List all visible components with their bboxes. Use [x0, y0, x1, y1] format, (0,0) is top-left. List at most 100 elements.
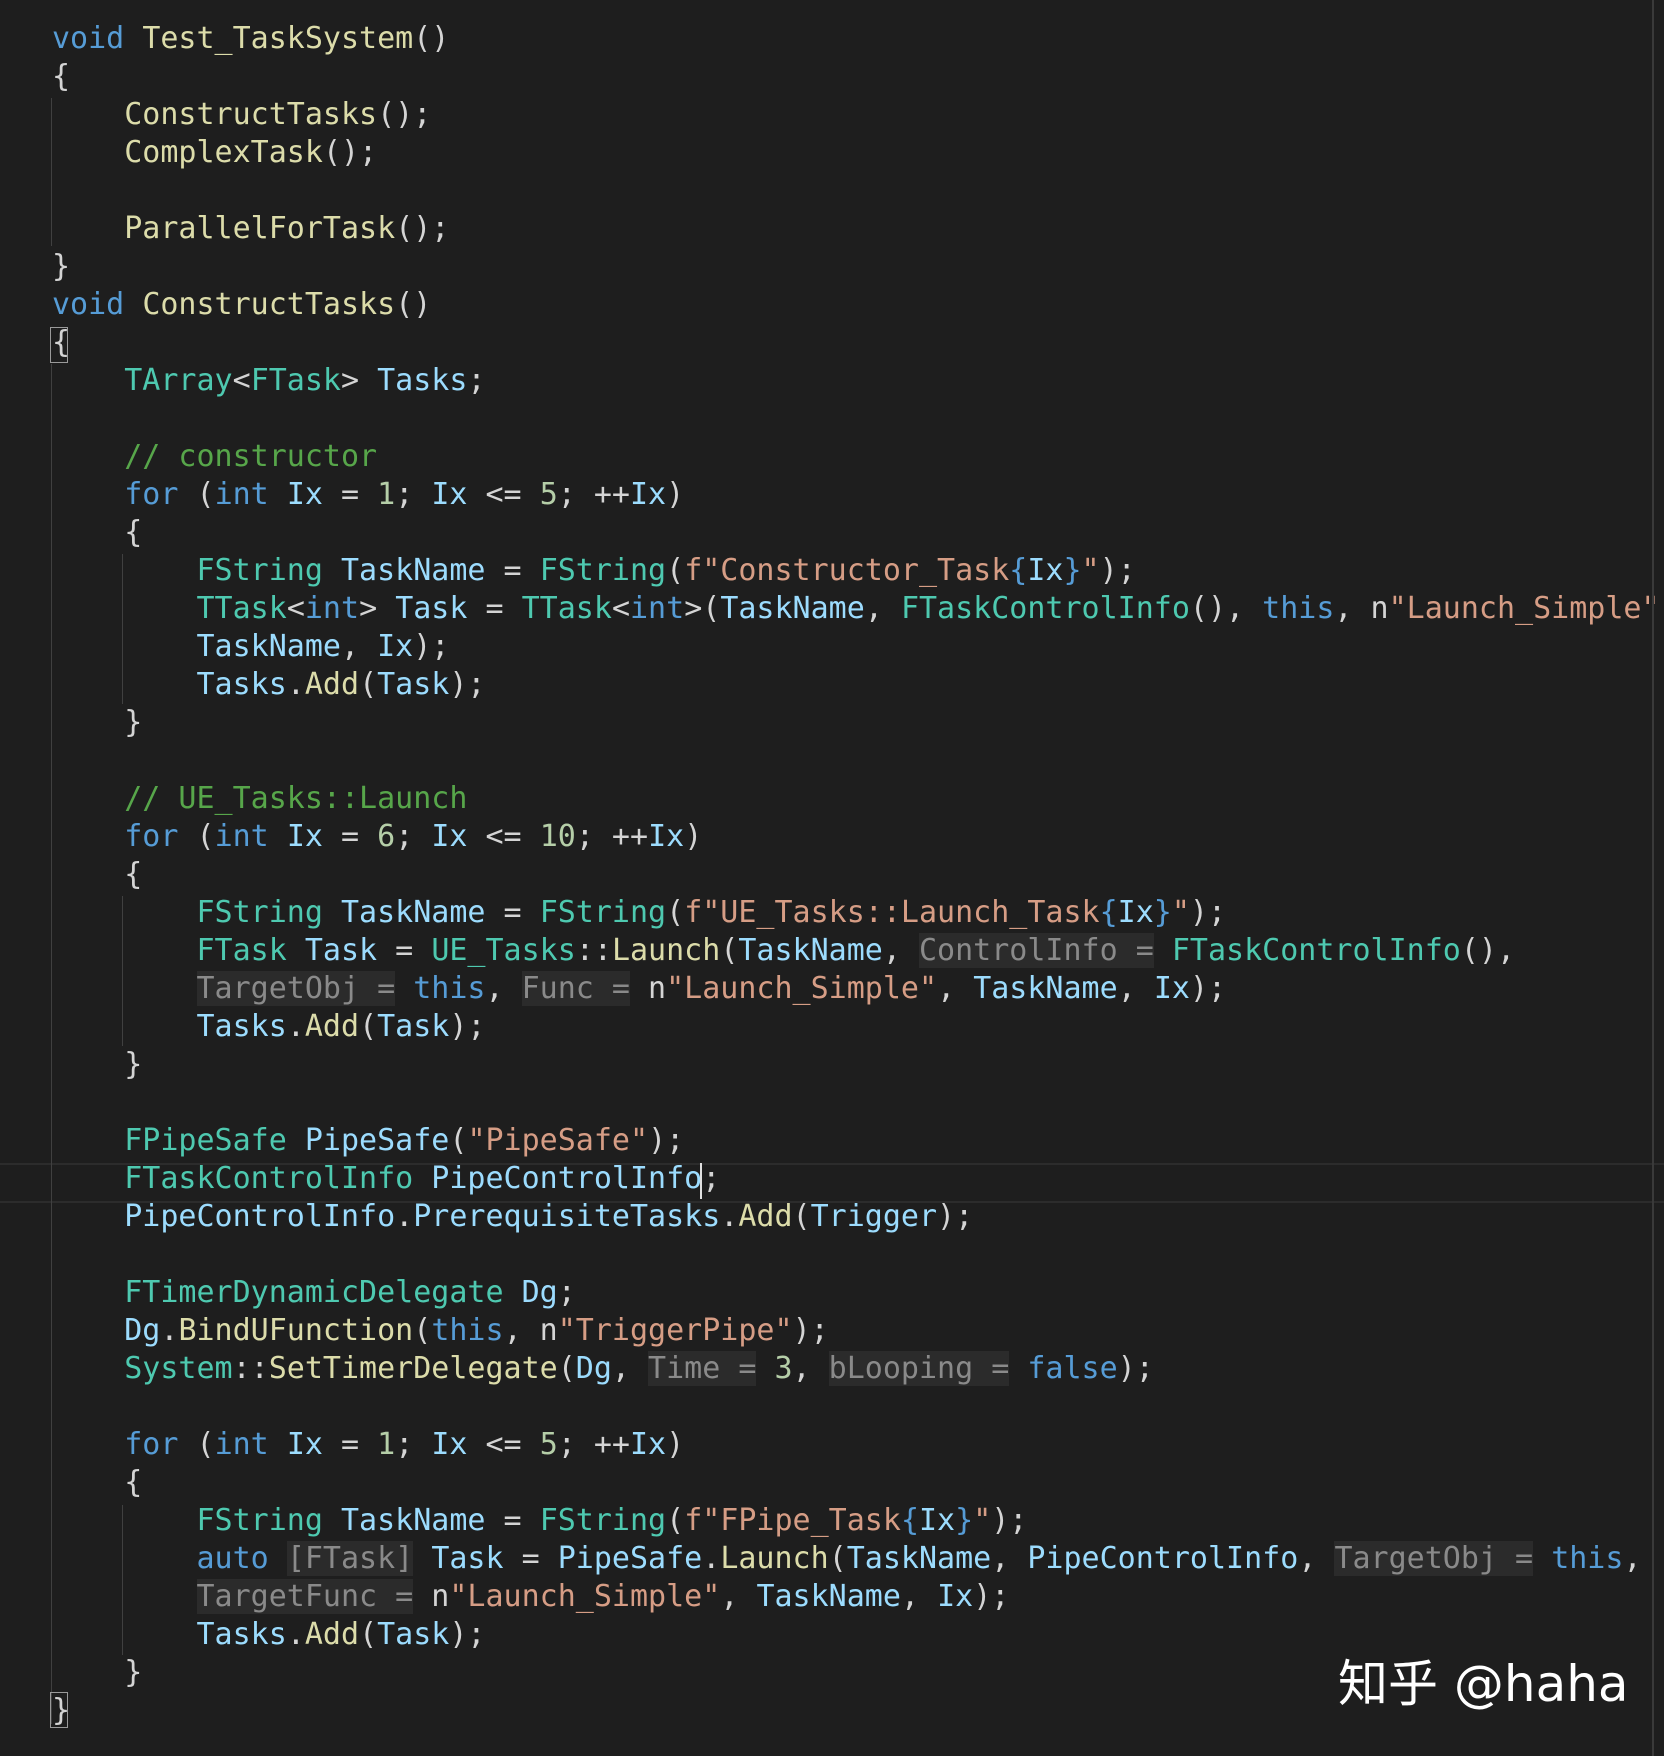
punctuation: (: [413, 1313, 432, 1348]
type-name: FString: [539, 895, 667, 930]
punctuation: =: [503, 1541, 558, 1576]
keyword: }: [955, 1503, 974, 1538]
function-name: BindUFunction: [178, 1313, 414, 1348]
punctuation: ; ++: [575, 819, 649, 854]
code-line[interactable]: [52, 1236, 1664, 1274]
punctuation: ,: [720, 1579, 757, 1614]
punctuation: =: [467, 591, 522, 626]
punctuation: [52, 629, 197, 664]
code-line[interactable]: ComplexTask();: [52, 134, 1664, 172]
punctuation: <: [286, 591, 305, 626]
code-line[interactable]: Tasks.Add(Task);: [52, 1008, 1664, 1046]
inlay-hint: bLooping =: [828, 1351, 1010, 1386]
code-line[interactable]: FString TaskName = FString(f"UE_Tasks::L…: [52, 894, 1664, 932]
code-line[interactable]: [52, 1388, 1664, 1426]
punctuation: =: [485, 553, 540, 588]
type-name: FTask: [250, 363, 341, 398]
punctuation: }: [52, 705, 143, 740]
identifier: Task: [304, 933, 378, 968]
code-editor[interactable]: void Test_TaskSystem(){ ConstructTasks()…: [0, 0, 1664, 1756]
identifier: Ix: [630, 477, 667, 512]
identifier: Ix: [1027, 553, 1064, 588]
code-line[interactable]: Tasks.Add(Task);: [52, 666, 1664, 704]
code-line[interactable]: [52, 172, 1664, 210]
code-line[interactable]: Tasks.Add(Task);: [52, 1616, 1664, 1654]
code-line[interactable]: TargetFunc = n"Launch_Simple", TaskName,…: [52, 1578, 1664, 1616]
string-literal: ": [973, 1503, 992, 1538]
punctuation: (: [359, 667, 378, 702]
code-line[interactable]: TTask<int> Task = TTask<int>(TaskName, F…: [52, 590, 1664, 628]
code-line[interactable]: for (int Ix = 6; Ix <= 10; ++Ix): [52, 818, 1664, 856]
code-line[interactable]: {: [52, 1464, 1664, 1502]
code-line[interactable]: // constructor: [52, 438, 1664, 476]
punctuation: ; ++: [557, 1427, 630, 1462]
code-line[interactable]: for (int Ix = 1; Ix <= 5; ++Ix): [52, 1426, 1664, 1464]
code-line[interactable]: auto [FTask] Task = PipeSafe.Launch(Task…: [52, 1540, 1664, 1578]
code-line[interactable]: FTaskControlInfo PipeControlInfo;: [52, 1160, 1664, 1198]
code-line[interactable]: FPipeSafe PipeSafe("PipeSafe");: [52, 1122, 1664, 1160]
scrollbar-track[interactable]: [1652, 0, 1654, 1756]
punctuation: >: [341, 363, 378, 398]
punctuation: }: [52, 1655, 143, 1690]
identifier: Ix: [431, 819, 468, 854]
code-area[interactable]: void Test_TaskSystem(){ ConstructTasks()…: [0, 0, 1664, 1756]
punctuation: {: [52, 857, 143, 892]
punctuation: ,: [864, 591, 901, 626]
punctuation: [52, 1123, 124, 1158]
code-line[interactable]: TArray<FTask> Tasks;: [52, 362, 1664, 400]
punctuation: ,: [937, 971, 974, 1006]
function-name: Launch: [611, 933, 721, 968]
code-line[interactable]: {: [52, 514, 1664, 552]
code-line[interactable]: FTimerDynamicDelegate Dg;: [52, 1274, 1664, 1312]
identifier: Dg: [521, 1275, 558, 1310]
punctuation: (: [359, 1617, 378, 1652]
code-line[interactable]: for (int Ix = 1; Ix <= 5; ++Ix): [52, 476, 1664, 514]
code-line[interactable]: [52, 1084, 1664, 1122]
string-literal: ": [1171, 895, 1190, 930]
code-line[interactable]: void Test_TaskSystem(): [52, 20, 1664, 58]
keyword: int: [214, 477, 269, 512]
comment: // constructor: [124, 439, 378, 474]
code-line[interactable]: }: [52, 1046, 1664, 1084]
string-literal: "TriggerPipe": [557, 1313, 793, 1348]
keyword: int: [214, 819, 269, 854]
punctuation: );: [937, 1199, 974, 1234]
code-line[interactable]: [52, 742, 1664, 780]
punctuation: <: [232, 363, 251, 398]
code-line[interactable]: FTask Task = UE_Tasks::Launch(TaskName, …: [52, 932, 1664, 970]
code-line[interactable]: {: [52, 324, 1664, 362]
string-literal: "Launch_Simple": [1388, 591, 1660, 626]
code-line[interactable]: Dg.BindUFunction(this, n"TriggerPipe");: [52, 1312, 1664, 1350]
punctuation: [323, 895, 341, 930]
code-line[interactable]: TaskName, Ix);: [52, 628, 1664, 666]
punctuation: [52, 933, 197, 968]
punctuation: =: [485, 895, 540, 930]
code-line[interactable]: FString TaskName = FString(f"Constructor…: [52, 552, 1664, 590]
code-line[interactable]: System::SetTimerDelegate(Dg, Time = 3, b…: [52, 1350, 1664, 1388]
code-line[interactable]: PipeControlInfo.PrerequisiteTasks.Add(Tr…: [52, 1198, 1664, 1236]
inlay-hint: [FTask]: [286, 1541, 414, 1576]
punctuation: {: [52, 515, 143, 550]
code-line[interactable]: TargetObj = this, Func = n"Launch_Simple…: [52, 970, 1664, 1008]
code-line[interactable]: FString TaskName = FString(f"FPipe_Task{…: [52, 1502, 1664, 1540]
code-line[interactable]: {: [52, 856, 1664, 894]
code-line[interactable]: }: [52, 704, 1664, 742]
punctuation: );: [1117, 1351, 1154, 1386]
punctuation: }: [52, 1047, 143, 1082]
code-line[interactable]: ConstructTasks();: [52, 96, 1664, 134]
code-line[interactable]: ParallelForTask();: [52, 210, 1664, 248]
identifier: Ix: [648, 819, 685, 854]
punctuation: [52, 1503, 197, 1538]
code-line[interactable]: [52, 400, 1664, 438]
punctuation: , n: [503, 1313, 558, 1348]
identifier: Ix: [1153, 971, 1190, 1006]
code-line[interactable]: void ConstructTasks(): [52, 286, 1664, 324]
number-literal: 10: [539, 819, 576, 854]
code-line[interactable]: {: [52, 58, 1664, 96]
punctuation: ();: [377, 97, 432, 132]
code-line[interactable]: }: [52, 248, 1664, 286]
code-line[interactable]: // UE_Tasks::Launch: [52, 780, 1664, 818]
identifier: TaskName: [756, 1579, 901, 1614]
punctuation: ; ++: [557, 477, 630, 512]
punctuation: [52, 211, 124, 246]
